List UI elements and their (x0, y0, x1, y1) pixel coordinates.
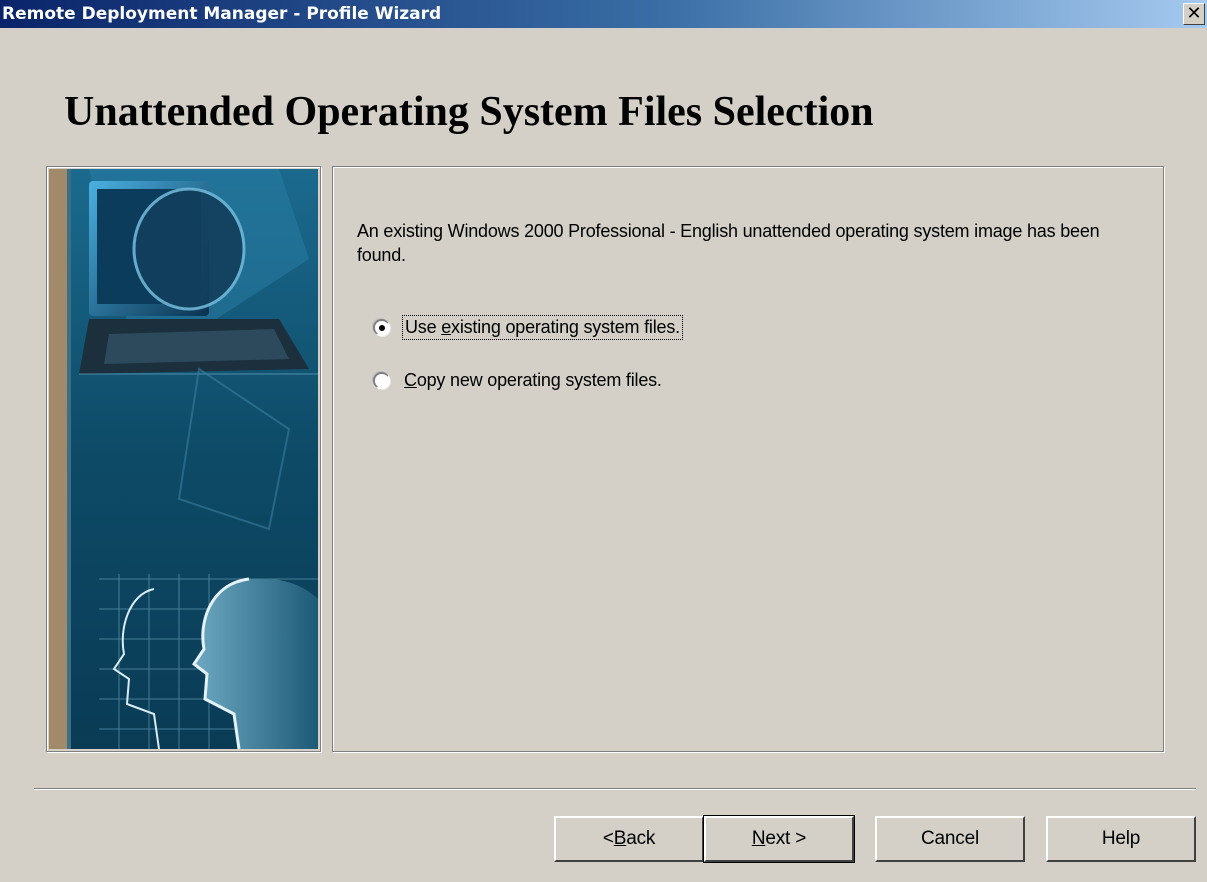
next-button[interactable]: Next > (703, 815, 855, 863)
cancel-button[interactable]: Cancel (875, 816, 1025, 862)
title-bar: Remote Deployment Manager - Profile Wiza… (0, 0, 1207, 28)
close-icon: ✕ (1186, 3, 1202, 24)
radio-selected-icon[interactable] (373, 318, 390, 336)
wizard-illustration (49, 169, 318, 749)
radio-unselected-icon[interactable] (373, 371, 390, 389)
radio-copy-new-label[interactable]: Copy new operating system files. (402, 369, 664, 392)
page-title: Unattended Operating System Files Select… (64, 89, 874, 135)
back-button[interactable]: < Back (554, 816, 704, 862)
help-button[interactable]: Help (1046, 816, 1196, 862)
description-text: An existing Windows 2000 Professional - … (357, 221, 1100, 265)
close-button[interactable]: ✕ (1183, 3, 1205, 25)
wizard-banner (46, 166, 321, 752)
radio-copy-new[interactable]: Copy new operating system files. (373, 365, 664, 395)
content-panel: An existing Windows 2000 Professional - … (332, 166, 1164, 752)
radio-use-existing[interactable]: Use existing operating system files. (373, 312, 683, 342)
button-separator (34, 788, 1196, 790)
radio-use-existing-label[interactable]: Use existing operating system files. (402, 314, 683, 340)
window-title: Remote Deployment Manager - Profile Wiza… (2, 4, 442, 24)
